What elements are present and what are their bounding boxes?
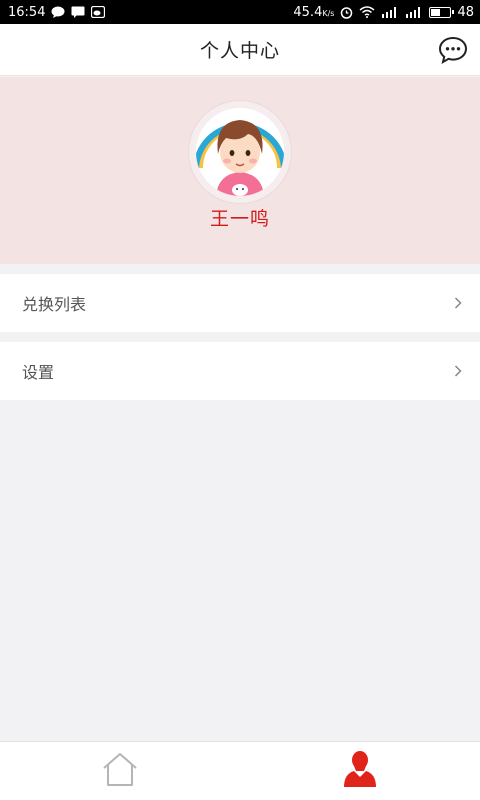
chat-bubble-icon[interactable] (438, 35, 468, 65)
profile-section: 王一鸣 (0, 77, 480, 264)
network-speed: 45.4K/s (293, 4, 335, 20)
status-time: 16:54 (8, 4, 46, 20)
tab-profile[interactable] (240, 742, 480, 800)
chevron-right-icon (454, 297, 462, 309)
page-title: 个人中心 (199, 40, 280, 62)
signal-4g-icon (381, 6, 399, 18)
status-bar-right: 45.4K/s 48 (293, 5, 474, 20)
message-icon (71, 6, 85, 18)
home-icon (101, 751, 139, 791)
status-bar-left: 16:54 (8, 4, 106, 20)
menu-item-label: 设置 (22, 363, 55, 382)
chat-notification-icon (51, 6, 65, 18)
bottom-tab-bar (0, 741, 480, 800)
battery-level: 48 (457, 4, 474, 20)
signal-icon (405, 6, 423, 18)
user-icon (342, 750, 378, 792)
menu-item-settings[interactable]: 设置 (0, 342, 480, 400)
weibo-icon (91, 6, 106, 18)
tab-home[interactable] (0, 742, 240, 800)
menu-item-exchange-list[interactable]: 兑换列表 (0, 274, 480, 332)
alarm-icon (340, 6, 353, 19)
avatar[interactable] (196, 108, 284, 196)
battery-icon (429, 6, 455, 18)
app-header: 个人中心 (0, 24, 480, 76)
user-name: 王一鸣 (209, 208, 270, 230)
chevron-right-icon (454, 365, 462, 377)
menu-item-label: 兑换列表 (22, 295, 87, 314)
wifi-icon (359, 6, 375, 18)
avatar-frame[interactable] (188, 100, 292, 204)
status-bar: 16:54 45.4K/s 48 (0, 0, 480, 24)
